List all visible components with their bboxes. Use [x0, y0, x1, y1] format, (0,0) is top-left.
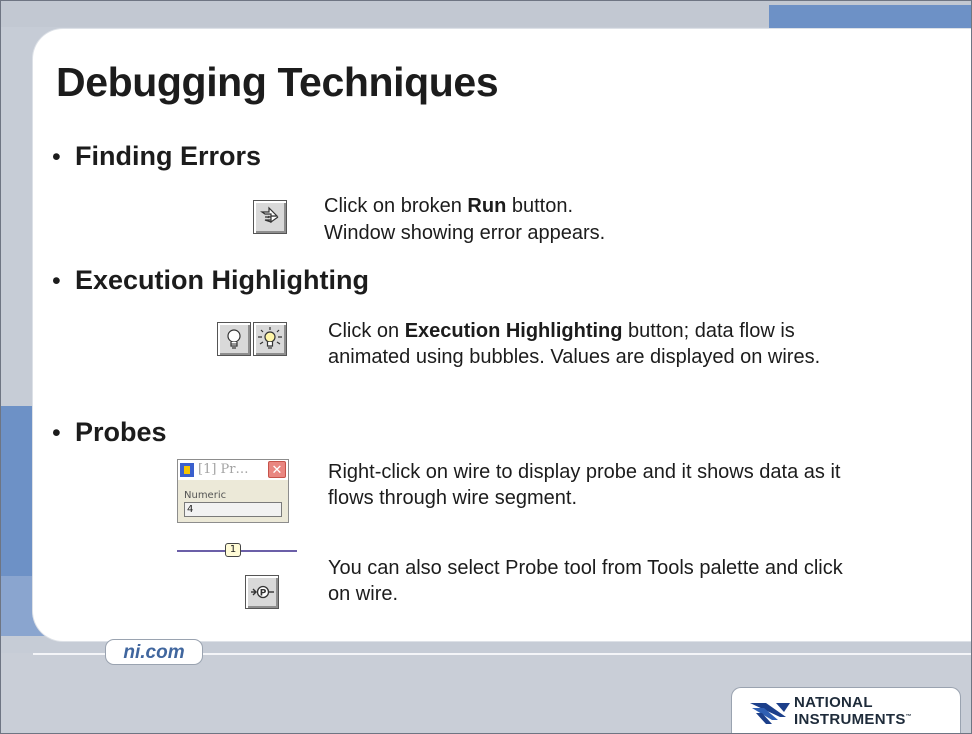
finding-errors-line-1: Click on broken Run button. [324, 195, 574, 217]
probe-tool-icon[interactable]: P [245, 575, 279, 609]
ni-logo: NATIONAL INSTRUMENTS™ [731, 687, 961, 733]
page-title: Debugging Techniques [56, 59, 499, 105]
vi-icon [180, 463, 194, 477]
bullet: • [52, 267, 61, 295]
section-heading-finding-errors: Finding Errors [75, 141, 262, 171]
slide: Debugging Techniques • Finding Errors Cl… [0, 0, 972, 734]
section-heading-probes: Probes [75, 417, 167, 447]
probe-window-title: [1] Pr… [198, 462, 249, 477]
probes-text-2: You can also select Probe tool from Tool… [328, 557, 843, 605]
svg-text:P: P [260, 589, 267, 599]
execution-highlighting-text: Click on Execution Highlighting button; … [328, 320, 821, 368]
probe-numeric-label: Numeric [184, 490, 227, 501]
wire-probe-label[interactable]: 1 [225, 543, 241, 557]
ni-com-link[interactable]: ni.com [106, 642, 202, 664]
section-heading-execution-highlighting: Execution Highlighting [75, 265, 369, 295]
finding-errors-line-2: Window showing error appears. [324, 222, 606, 244]
lightbulb-off-icon[interactable] [217, 322, 251, 356]
bullet: • [52, 419, 61, 447]
lightbulb-on-icon[interactable] [253, 322, 287, 356]
close-icon[interactable]: ✕ [268, 461, 286, 478]
probe-window-titlebar[interactable]: [1] Pr… ✕ [178, 460, 288, 480]
broken-run-icon[interactable] [253, 200, 287, 234]
probe-window[interactable]: [1] Pr… ✕ Numeric 4 [177, 459, 289, 523]
probe-value-display: 4 [184, 502, 282, 517]
ni-logo-text: NATIONAL INSTRUMENTS™ [794, 694, 912, 728]
ni-eagle-logo [750, 703, 790, 724]
probes-text-1: Right-click on wire to display probe and… [328, 461, 841, 509]
ni-com-tab[interactable]: ni.com [105, 639, 203, 665]
bullet: • [52, 143, 61, 171]
